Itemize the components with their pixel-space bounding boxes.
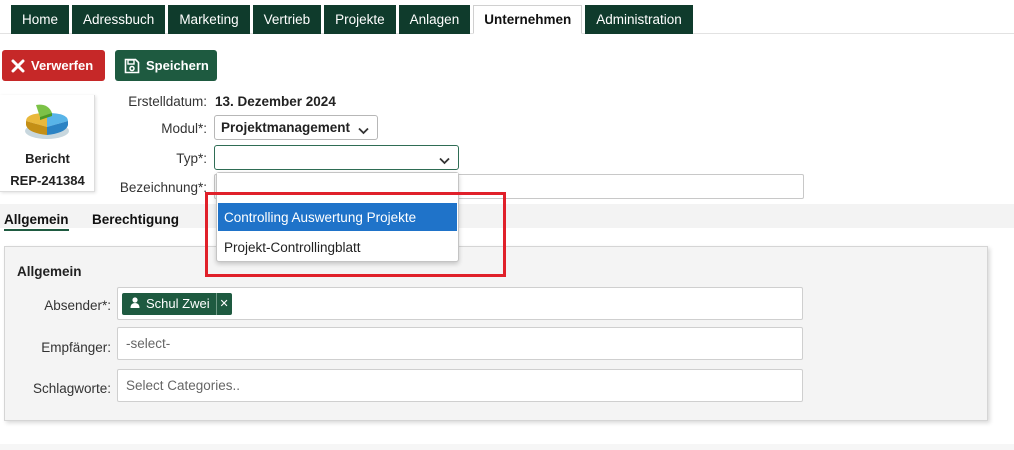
- record-kind: Bericht: [25, 151, 70, 166]
- remove-tag-icon[interactable]: ✕: [215, 292, 232, 315]
- sender-tag-label: Schul Zwei: [146, 296, 210, 311]
- name-label: Bezeichnung*:: [119, 180, 207, 195]
- close-icon: [11, 59, 25, 73]
- tab-allgemein[interactable]: Allgemein: [4, 212, 69, 231]
- nav-tab-unternehmen[interactable]: Unternehmen: [473, 5, 583, 34]
- created-date-value: 13. Dezember 2024: [215, 94, 336, 109]
- nav-tab-home[interactable]: Home: [11, 5, 70, 34]
- type-select[interactable]: [214, 145, 459, 170]
- top-navigation: Home Adressbuch Marketing Vertrieb Proje…: [0, 0, 1014, 34]
- keywords-label: Schlagworte:: [32, 381, 111, 396]
- record-number: REP-241384: [10, 173, 85, 188]
- nav-tab-projekte[interactable]: Projekte: [324, 5, 396, 34]
- nav-tab-adressbuch[interactable]: Adressbuch: [72, 5, 166, 34]
- report-chart-icon: [22, 101, 72, 146]
- page-footer-strip: [0, 444, 1014, 450]
- nav-tab-vertrieb[interactable]: Vertrieb: [252, 5, 322, 34]
- nav-tab-marketing[interactable]: Marketing: [168, 5, 250, 34]
- discard-button[interactable]: Verwerfen: [2, 50, 105, 81]
- keywords-placeholder: Select Categories..: [126, 378, 241, 393]
- chevron-down-icon: [358, 123, 369, 138]
- sender-label: Absender*:: [44, 298, 111, 313]
- created-date-label: Erstelldatum:: [128, 94, 207, 109]
- recipient-label: Empfänger:: [41, 340, 111, 355]
- module-select[interactable]: Projektmanagement: [214, 115, 378, 140]
- tab-berechtigung[interactable]: Berechtigung: [92, 212, 179, 227]
- nav-tab-administration[interactable]: Administration: [585, 5, 693, 34]
- recipient-placeholder: -select-: [126, 336, 171, 351]
- record-tabs: Allgemein Berechtigung: [0, 204, 1014, 231]
- user-icon: [130, 296, 140, 311]
- sender-field[interactable]: Schul Zwei ✕: [117, 287, 803, 320]
- annotation-highlight-box: [205, 192, 506, 277]
- save-button-label: Speichern: [146, 58, 209, 73]
- floppy-disk-icon: [124, 58, 140, 74]
- discard-button-label: Verwerfen: [31, 58, 94, 73]
- save-button[interactable]: Speichern: [115, 50, 217, 81]
- module-label: Modul*:: [161, 121, 207, 136]
- type-label: Typ*:: [176, 151, 207, 166]
- record-card: Bericht REP-241384: [0, 95, 95, 192]
- keywords-field[interactable]: Select Categories..: [117, 369, 803, 402]
- sender-tag: Schul Zwei ✕: [122, 292, 232, 315]
- panel-title: Allgemein: [17, 264, 82, 279]
- module-select-value: Projektmanagement: [221, 120, 351, 135]
- main-menu: Home Adressbuch Marketing Vertrieb Proje…: [11, 5, 693, 34]
- chevron-down-icon: [439, 153, 450, 168]
- recipient-field[interactable]: -select-: [117, 327, 803, 360]
- nav-tab-anlagen[interactable]: Anlagen: [398, 5, 471, 34]
